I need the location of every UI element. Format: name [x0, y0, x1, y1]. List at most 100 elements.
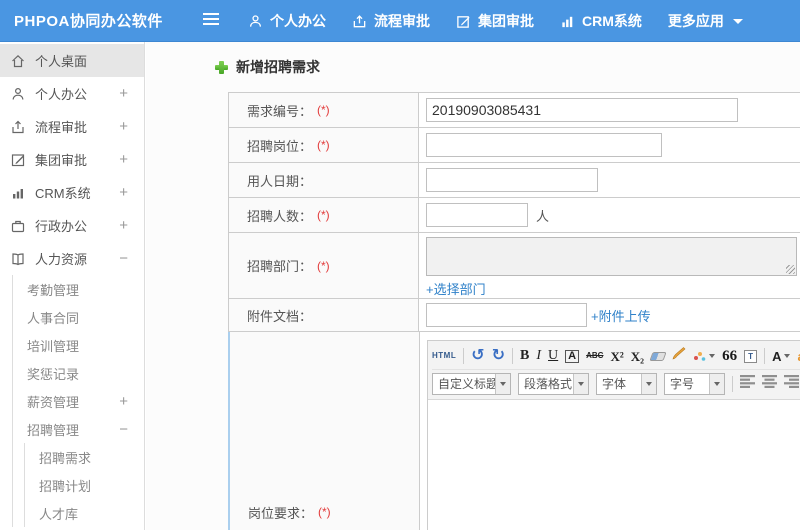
- required-mark: (*): [318, 505, 331, 519]
- field-label: 招聘人数：: [247, 208, 313, 224]
- sidebar-item-recruit-mgmt[interactable]: 招聘管理 −: [13, 415, 144, 443]
- caret-down-icon: [732, 18, 743, 24]
- book-icon: [10, 251, 26, 267]
- nav-more-apps[interactable]: 更多应用: [668, 11, 743, 31]
- font-size-select[interactable]: 字号: [664, 372, 725, 395]
- sidebar-item-training[interactable]: 培训管理: [13, 331, 144, 359]
- caret-down-icon: [784, 354, 791, 358]
- sidebar-item-hr-contract[interactable]: 人事合同: [13, 303, 144, 331]
- caret-down-icon: [714, 381, 720, 386]
- caret-down-icon: [578, 381, 584, 386]
- italic-button[interactable]: I: [536, 349, 541, 363]
- sidebar-item-rewards[interactable]: 奖惩记录: [13, 359, 144, 387]
- caret-down-icon: [646, 381, 652, 386]
- field-label: 用人日期：: [247, 173, 313, 189]
- department-textarea[interactable]: [426, 237, 797, 276]
- undo-icon[interactable]: ↺: [471, 348, 484, 364]
- form-row-job-requirements: 岗位要求： (*) HTML ↺ ↻ B I U A ABC X² X₂ 66 …: [228, 332, 800, 530]
- select-department-link[interactable]: +选择部门: [426, 279, 486, 298]
- nav-group-approval[interactable]: 集团审批: [456, 11, 534, 31]
- workflow-icon: [352, 14, 367, 29]
- editor-content-area[interactable]: [428, 400, 800, 530]
- eraser-icon[interactable]: [649, 351, 667, 361]
- headcount-unit: 人: [536, 208, 550, 224]
- home-icon: [10, 53, 26, 69]
- html-source-button[interactable]: HTML: [432, 352, 456, 360]
- sidebar-item-group-approval[interactable]: 集团审批 +: [0, 143, 144, 176]
- edit-square-icon: [10, 152, 26, 168]
- caret-down-icon: [709, 354, 716, 358]
- recruit-submenu: 招聘需求 招聘计划 人才库: [24, 443, 144, 527]
- custom-heading-select[interactable]: 自定义标题: [432, 372, 511, 395]
- crm-chart-icon: [560, 14, 575, 29]
- editor-toolbar: HTML ↺ ↻ B I U A ABC X² X₂ 66 T A 自定义标题 …: [428, 341, 800, 400]
- nav-personal-office[interactable]: 个人办公: [248, 11, 326, 31]
- sidebar-item-salary[interactable]: 薪资管理 +: [13, 387, 144, 415]
- sidebar-item-personal-office[interactable]: 个人办公 +: [0, 77, 144, 110]
- nav-workflow-approval[interactable]: 流程审批: [352, 11, 430, 31]
- required-mark: (*): [317, 208, 330, 222]
- paragraph-format-select[interactable]: 段落格式: [518, 372, 589, 395]
- rich-text-editor: HTML ↺ ↻ B I U A ABC X² X₂ 66 T A 自定义标题 …: [427, 340, 800, 530]
- font-color-button[interactable]: A: [772, 350, 791, 363]
- hire-date-input[interactable]: [426, 168, 598, 192]
- bold-button[interactable]: B: [520, 349, 529, 363]
- align-center-icon[interactable]: [762, 374, 777, 393]
- position-input[interactable]: [426, 133, 662, 157]
- font-style-button[interactable]: A: [565, 349, 580, 363]
- attachment-upload-link[interactable]: +附件上传: [591, 306, 651, 325]
- app-title: PHPOA协同办公软件: [14, 13, 163, 30]
- recruit-demand-form: 需求编号： (*) 招聘岗位： (*) 用人日期：: [228, 92, 800, 530]
- blockquote-button[interactable]: 66: [722, 348, 737, 364]
- align-left-icon[interactable]: [740, 374, 755, 393]
- paste-text-icon[interactable]: T: [744, 349, 758, 363]
- sidebar-item-workflow-approval[interactable]: 流程审批 +: [0, 110, 144, 143]
- workflow-icon: [10, 119, 26, 135]
- top-header: PHPOA协同办公软件 个人办公 流程审批 集团审批 CRM系统 更多应用: [0, 0, 800, 42]
- field-label: 需求编号：: [247, 103, 313, 119]
- sidebar-item-personal-desktop[interactable]: 个人桌面: [0, 44, 144, 77]
- sidebar-item-talent-pool[interactable]: 人才库: [25, 499, 144, 527]
- sidebar-item-recruit-demand[interactable]: 招聘需求: [25, 443, 144, 471]
- form-row-department: 招聘部门： (*) +选择部门: [228, 233, 800, 299]
- required-mark: (*): [317, 258, 330, 273]
- sidebar-item-attendance[interactable]: 考勤管理: [13, 275, 144, 303]
- form-row-demand-code: 需求编号： (*): [228, 93, 800, 128]
- sidebar: 个人桌面 个人办公 + 流程审批 + 集团审批 + CRM系统 + 行政办公 +…: [0, 42, 145, 530]
- redo-icon[interactable]: ↻: [492, 348, 505, 364]
- form-row-position: 招聘岗位： (*): [228, 128, 800, 163]
- form-row-hire-date: 用人日期：: [228, 163, 800, 198]
- sidebar-item-admin-office[interactable]: 行政办公 +: [0, 209, 144, 242]
- required-mark: (*): [317, 138, 330, 152]
- underline-button[interactable]: U: [548, 349, 558, 363]
- field-label: 招聘岗位：: [247, 138, 313, 154]
- top-nav: 个人办公 流程审批 集团审批 CRM系统 更多应用: [248, 0, 743, 42]
- attachment-input[interactable]: [426, 303, 587, 327]
- strikethrough-button[interactable]: ABC: [586, 352, 603, 360]
- person-icon: [10, 86, 26, 102]
- field-label: 招聘部门：: [247, 259, 313, 274]
- subscript-button[interactable]: X₂: [631, 350, 644, 363]
- resize-grip-icon[interactable]: [786, 265, 795, 274]
- field-label: 附件文档：: [247, 308, 313, 324]
- font-family-select[interactable]: 字体: [596, 372, 657, 395]
- brush-icon[interactable]: [672, 347, 686, 365]
- caret-down-icon: [500, 381, 506, 386]
- align-right-icon[interactable]: [784, 374, 799, 393]
- nav-crm[interactable]: CRM系统: [560, 11, 642, 31]
- demand-code-input[interactable]: [426, 98, 738, 122]
- headcount-input[interactable]: [426, 203, 528, 227]
- required-mark: (*): [317, 103, 330, 117]
- group-approval-icon: [456, 14, 471, 29]
- hamburger-menu-icon[interactable]: [203, 13, 219, 27]
- form-row-attachment: 附件文档： +附件上传: [228, 299, 800, 332]
- add-icon: [215, 60, 228, 74]
- page-title: 新增招聘需求: [215, 55, 800, 79]
- field-label: 岗位要求：: [248, 505, 314, 521]
- chart-icon: [10, 185, 26, 201]
- superscript-button[interactable]: X²: [610, 350, 623, 363]
- sidebar-item-crm[interactable]: CRM系统 +: [0, 176, 144, 209]
- sidebar-item-recruit-plan[interactable]: 招聘计划: [25, 471, 144, 499]
- color-palette-icon[interactable]: [693, 350, 716, 362]
- sidebar-item-hr[interactable]: 人力资源 −: [0, 242, 144, 275]
